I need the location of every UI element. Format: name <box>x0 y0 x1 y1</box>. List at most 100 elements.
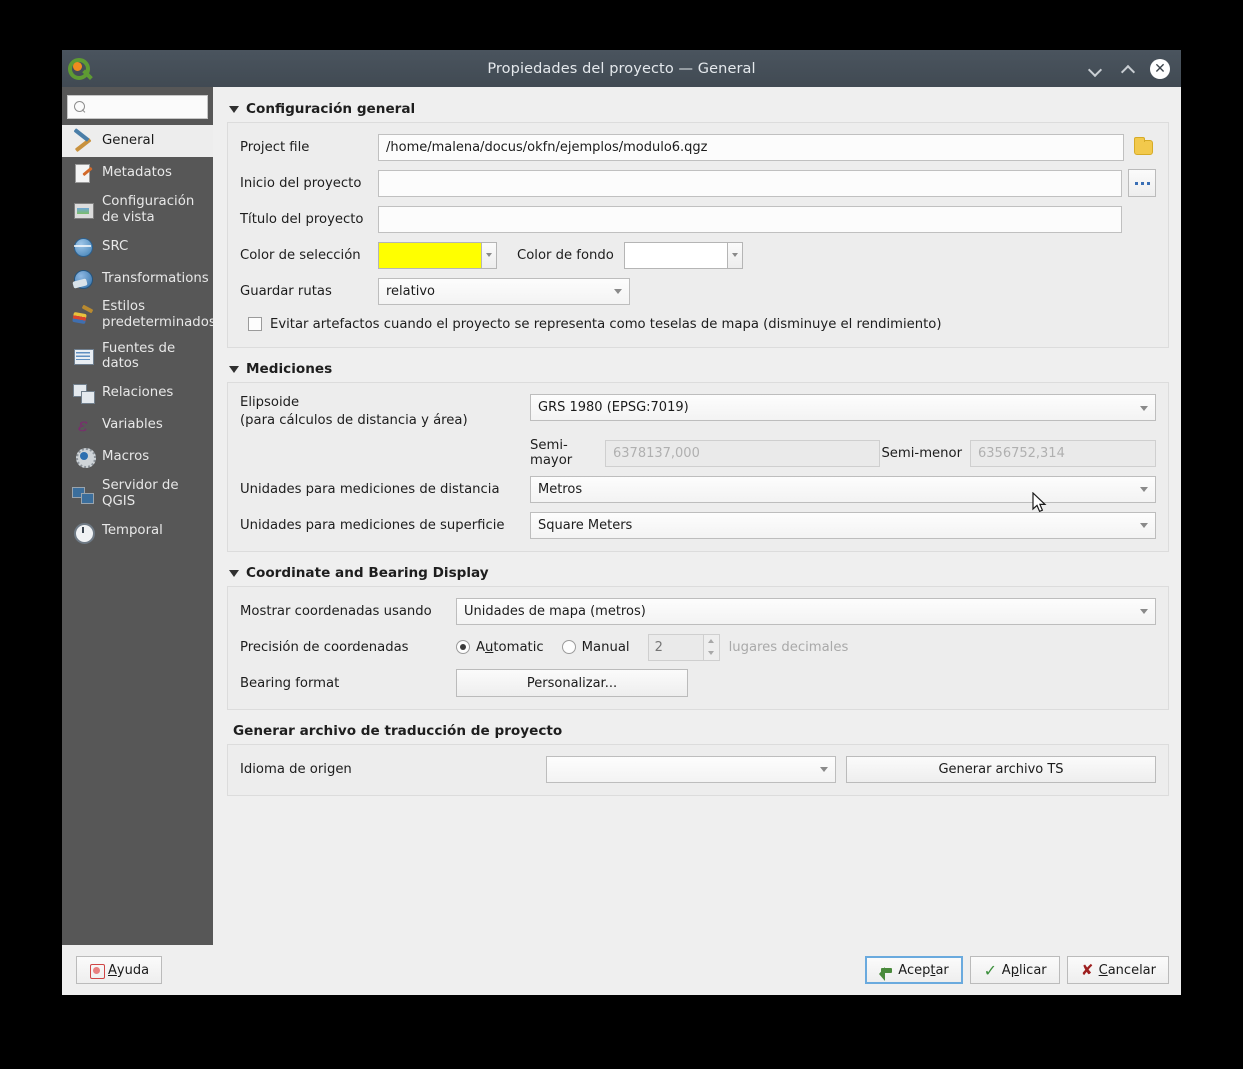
ellipsoid-combo[interactable]: GRS 1980 (EPSG:7019) <box>530 394 1156 421</box>
cancel-button[interactable]: ✘ Cancelar <box>1066 956 1169 984</box>
variables-epsilon-icon: ε <box>77 414 89 437</box>
sidebar-item-variables[interactable]: ε Variables <box>62 409 213 441</box>
translation-panel: Idioma de origen Generar archivo TS <box>227 744 1169 796</box>
sidebar-item-servidor-de-qgis[interactable]: Servidor de QGIS <box>62 473 213 514</box>
chevron-down-icon <box>1089 63 1100 74</box>
selection-color-button[interactable] <box>378 241 497 269</box>
coordinate-precision-label: Precisión de coordenadas <box>240 639 409 655</box>
sidebar-item-src[interactable]: SRC <box>62 230 213 262</box>
show-coordinates-combo[interactable]: Unidades de mapa (metros) <box>456 597 1156 625</box>
document-edit-icon <box>72 162 94 184</box>
distance-units-row: Unidades para mediciones de distancia Me… <box>240 474 1156 504</box>
selection-color-swatch <box>378 241 482 269</box>
sidebar-item-label: Servidor de QGIS <box>102 478 179 509</box>
decimal-places-suffix: lugares decimales <box>728 639 849 655</box>
background-color-button[interactable] <box>623 241 743 269</box>
sidebar-item-label: Metadatos <box>102 165 172 181</box>
chevron-down-icon <box>1140 609 1148 614</box>
measurements-panel: Elipsoide (para cálculos de distancia y … <box>227 382 1169 552</box>
project-title-input[interactable] <box>378 205 1122 233</box>
data-table-icon <box>72 345 94 367</box>
sidebar-search-wrap <box>62 95 213 125</box>
sidebar-item-estilos-predeterminados[interactable]: Estilos predeterminados <box>62 294 213 335</box>
stepper-down-icon[interactable] <box>704 647 719 660</box>
save-paths-combo[interactable]: relativo <box>378 277 630 305</box>
source-language-combo[interactable] <box>546 755 836 783</box>
search-box[interactable] <box>67 95 208 119</box>
semi-minor-input[interactable] <box>970 439 1156 467</box>
semi-major-input[interactable] <box>605 439 880 467</box>
decimal-places-input[interactable] <box>647 633 703 661</box>
sidebar-item-general[interactable]: General <box>62 125 213 157</box>
bearing-format-customize-button[interactable]: Personalizar... <box>456 669 688 697</box>
show-coordinates-row: Mostrar coordenadas usando Unidades de m… <box>240 596 1156 626</box>
dialog-footer: Ayuda Acep t ar ✓ Ap licar ✘ Cancelar <box>62 945 1181 995</box>
sidebar-item-configuracion-de-vista[interactable]: Configuración de vista <box>62 189 213 230</box>
project-home-input[interactable] <box>378 169 1122 197</box>
sidebar-item-macros[interactable]: Macros <box>62 441 213 473</box>
close-button[interactable]: ✕ <box>1150 58 1170 79</box>
apply-mnemonic: p <box>1010 962 1019 978</box>
search-input[interactable] <box>91 99 201 115</box>
sidebar-item-label: Relaciones <box>102 385 174 401</box>
dialog-body: General Metadatos Configuración de vista… <box>62 87 1181 945</box>
coordinate-section-header[interactable]: Coordinate and Bearing Display <box>229 565 1169 581</box>
sidebar-item-transformations[interactable]: Transformations <box>62 262 213 294</box>
save-paths-row: Guardar rutas relativo <box>240 276 1156 306</box>
semi-minor-label: Semi-menor <box>881 445 962 461</box>
sidebar-item-label: Configuración de vista <box>102 194 195 225</box>
area-units-row: Unidades para mediciones de superficie S… <box>240 510 1156 540</box>
apply-label-pre: A <box>1001 962 1011 978</box>
ellipsoid-label-line1: Elipsoide <box>240 395 300 410</box>
sidebar-item-label: Transformations <box>102 270 209 286</box>
general-section-header[interactable]: Configuración general <box>229 101 1169 117</box>
window-title: Propiedades del proyecto — General <box>487 60 756 77</box>
chevron-down-icon <box>1140 405 1148 411</box>
precision-manual-radio[interactable]: Manual <box>561 640 630 655</box>
apply-label-post: licar <box>1018 962 1047 978</box>
avoid-artifacts-checkbox[interactable] <box>248 317 262 331</box>
window-titlebar: Propiedades del proyecto — General ✕ <box>62 50 1181 87</box>
generate-ts-button[interactable]: Generar archivo TS <box>846 755 1156 783</box>
project-properties-dialog: Propiedades del proyecto — General ✕ Gen… <box>62 50 1181 995</box>
selection-color-dropdown[interactable] <box>482 241 497 269</box>
measurements-section-title: Mediciones <box>246 361 333 377</box>
accept-button[interactable]: Acep t ar <box>865 956 963 984</box>
sidebar-item-metadatos[interactable]: Metadatos <box>62 157 213 189</box>
stepper-arrows[interactable] <box>702 633 720 661</box>
project-home-browse-button[interactable] <box>1128 169 1156 197</box>
avoid-artifacts-row[interactable]: Evitar artefactos cuando el proyecto se … <box>240 312 1156 336</box>
radio-dot-icon <box>456 640 470 654</box>
footer-action-buttons: Acep t ar ✓ Ap licar ✘ Cancelar <box>865 956 1169 984</box>
distance-units-combo[interactable]: Metros <box>530 475 1156 503</box>
project-file-row: Project file <box>240 132 1156 162</box>
distance-units-value: Metros <box>538 481 583 497</box>
semi-major-label: Semi-mayor <box>530 438 573 468</box>
project-title-row: Título del proyecto <box>240 204 1156 234</box>
help-button[interactable]: Ayuda <box>76 956 163 984</box>
project-file-input[interactable] <box>378 133 1124 161</box>
ok-arrow-icon <box>879 963 894 981</box>
apply-button[interactable]: ✓ Ap licar <box>969 956 1060 984</box>
stepper-up-icon[interactable] <box>704 635 719 648</box>
general-settings-panel: Project file Inicio del proyecto Título … <box>227 122 1169 348</box>
show-coordinates-label: Mostrar coordenadas usando <box>240 603 432 619</box>
sidebar-item-relaciones[interactable]: Relaciones <box>62 377 213 409</box>
project-file-browse-button[interactable] <box>1130 134 1156 161</box>
sidebar-item-fuentes-de-datos[interactable]: Fuentes de datos <box>62 336 213 377</box>
radio-dot-icon <box>561 640 576 654</box>
area-units-combo[interactable]: Square Meters <box>530 511 1156 539</box>
background-color-dropdown[interactable] <box>727 241 743 269</box>
maximize-button[interactable] <box>1117 59 1137 79</box>
precision-automatic-radio[interactable]: Automatic <box>456 640 544 655</box>
decimal-places-stepper[interactable] <box>647 633 720 661</box>
map-view-icon <box>72 199 94 221</box>
background-color-swatch <box>623 241 728 269</box>
window-controls: ✕ <box>1084 58 1181 79</box>
cancel-mnemonic: C <box>1098 962 1108 978</box>
precision-automatic-mnemonic: u <box>485 639 494 655</box>
sidebar-item-temporal[interactable]: Temporal <box>62 515 213 547</box>
minimize-button[interactable] <box>1084 59 1104 79</box>
measurements-section-header[interactable]: Mediciones <box>229 361 1169 377</box>
chevron-down-icon <box>820 767 828 772</box>
